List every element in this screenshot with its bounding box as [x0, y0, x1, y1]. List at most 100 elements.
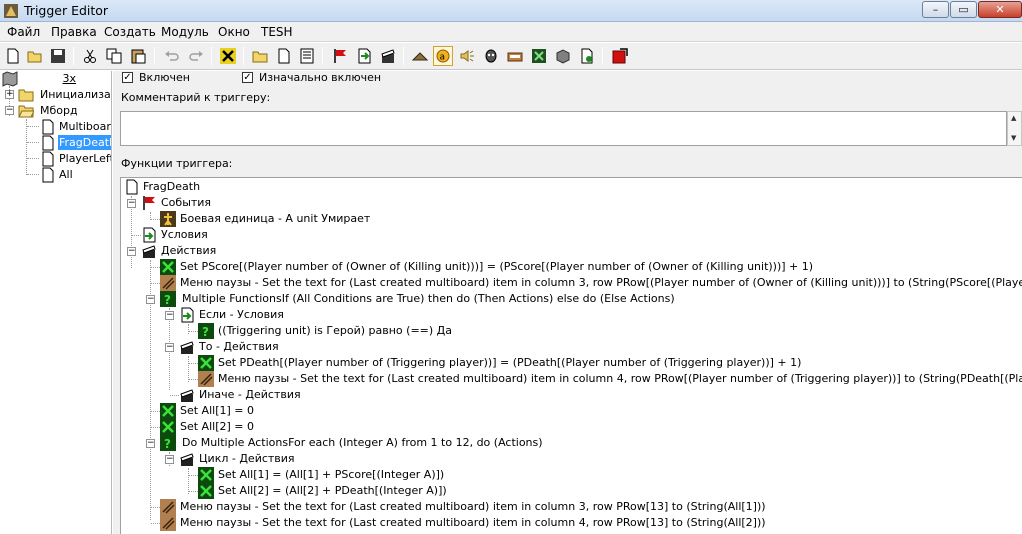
actions-section[interactable]: Действия [161, 243, 216, 259]
collapse-toggle[interactable]: − [127, 199, 136, 208]
delete-icon[interactable] [218, 46, 238, 66]
collapse-toggle[interactable]: − [146, 295, 155, 304]
trigger-icon [42, 119, 54, 135]
sound-icon[interactable] [457, 46, 477, 66]
scroll-up-icon[interactable]: ▲ [1011, 114, 1016, 122]
object-icon[interactable]: a [433, 46, 453, 66]
loop-actions-section[interactable]: Цикл - Действия [199, 451, 295, 467]
collapse-toggle[interactable]: − [165, 343, 174, 352]
tree-line [151, 507, 160, 508]
set-variable-icon [160, 403, 176, 419]
expand-toggle[interactable]: + [5, 90, 14, 99]
terrain-icon[interactable] [410, 46, 430, 66]
then-actions-section[interactable]: То - Действия [199, 339, 279, 355]
scroll-down-icon[interactable]: ▼ [1011, 134, 1016, 142]
tree-line [188, 324, 189, 334]
new-event-icon[interactable] [330, 46, 350, 66]
conditions-section[interactable]: Условия [161, 227, 208, 243]
set-variable-icon [160, 259, 176, 275]
new-icon[interactable] [3, 46, 23, 66]
action-item[interactable]: Меню паузы - Set the text for (Last crea… [180, 515, 766, 531]
action-item[interactable]: Меню паузы - Set the text for (Last crea… [180, 275, 1022, 291]
tree-item-label[interactable]: Инициализац [40, 87, 111, 102]
maximize-button[interactable]: ▭ [950, 1, 977, 18]
multiple-functions-icon: ? [160, 291, 176, 307]
actions-clapper-icon [180, 453, 194, 466]
trigger-properties-panel: ✓ Включен ✓ Изначально включен Комментар… [113, 71, 1022, 534]
action-item[interactable]: Set All[1] = 0 [180, 403, 254, 419]
comment-scrollbar[interactable]: ▲ ▼ [1007, 111, 1022, 146]
collapse-toggle[interactable]: − [165, 311, 174, 320]
tree-item-label[interactable]: All [59, 167, 73, 182]
menu-module[interactable]: Модуль [161, 25, 209, 39]
minimize-button[interactable]: – [922, 1, 949, 18]
action-item[interactable]: Set All[2] = (All[2] + PDeath[(Integer A… [218, 483, 447, 499]
save-icon[interactable] [48, 46, 68, 66]
tree-item-label[interactable]: Мборд [40, 103, 78, 118]
collapse-toggle[interactable]: − [146, 439, 155, 448]
menu-edit[interactable]: Правка [51, 25, 97, 39]
tree-item-label[interactable]: Multiboard [59, 119, 111, 134]
collapse-toggle[interactable]: − [5, 106, 14, 115]
new-trigger-icon[interactable] [274, 46, 294, 66]
action-item[interactable]: Do Multiple ActionsFor each (Integer A) … [182, 435, 543, 451]
event-item[interactable]: Боевая единица - A unit Умирает [180, 211, 370, 227]
initially-on-checkbox[interactable]: ✓ [242, 72, 253, 83]
tree-line [151, 267, 160, 268]
collapse-toggle[interactable]: − [127, 247, 136, 256]
open-folder-icon [18, 105, 34, 118]
menu-create[interactable]: Создать [104, 25, 156, 39]
menu-bar: Файл Правка Создать Модуль Окно TESH [0, 22, 1022, 42]
copy-icon[interactable] [104, 46, 124, 66]
variables-icon[interactable] [577, 46, 597, 66]
trigger-name[interactable]: FragDeath [143, 179, 200, 195]
actions-clapper-icon [180, 389, 194, 402]
tree-line [151, 427, 160, 428]
import-icon[interactable] [553, 46, 573, 66]
menu-file[interactable]: Файл [7, 25, 40, 39]
menu-tesh[interactable]: TESH [261, 25, 293, 39]
set-variable-icon [198, 355, 214, 371]
action-item[interactable]: Меню паузы - Set the text for (Last crea… [180, 499, 766, 515]
enabled-checkbox[interactable]: ✓ [122, 72, 133, 83]
comment-textarea[interactable] [120, 111, 1007, 146]
open-icon[interactable] [25, 46, 45, 66]
multiboard-icon [160, 499, 176, 515]
events-section[interactable]: События [161, 195, 211, 211]
cut-icon[interactable] [80, 46, 100, 66]
actions-clapper-icon [180, 341, 194, 354]
action-item[interactable]: Set All[2] = 0 [180, 419, 254, 435]
new-condition-icon[interactable] [354, 46, 374, 66]
close-button[interactable]: ✕ [978, 1, 1022, 18]
tree-line [151, 219, 160, 220]
ai-icon[interactable] [481, 46, 501, 66]
action-item[interactable]: Multiple FunctionsIf (All Conditions are… [182, 291, 675, 307]
else-actions-section[interactable]: Иначе - Действия [199, 387, 301, 403]
undo-icon[interactable] [162, 46, 182, 66]
collapse-toggle[interactable]: − [165, 455, 174, 464]
test-map-icon[interactable] [610, 46, 630, 66]
condition-item[interactable]: ((Triggering unit) is Герой) равно (==) … [218, 323, 452, 339]
svg-text:?: ? [164, 437, 171, 451]
paste-icon[interactable] [128, 46, 148, 66]
tree-item-label-selected[interactable]: FragDeath [58, 135, 111, 150]
tree-root-label[interactable]: 3x [20, 71, 76, 86]
set-variable-icon [198, 483, 214, 499]
tree-line [151, 283, 160, 284]
tree-item-label[interactable]: PlayerLeft [59, 151, 111, 166]
new-category-icon[interactable] [250, 46, 270, 66]
new-action-icon[interactable] [378, 46, 398, 66]
new-comment-icon[interactable] [297, 46, 317, 66]
action-item[interactable]: Меню паузы - Set the text for (Last crea… [218, 371, 1022, 387]
menu-window[interactable]: Окно [218, 25, 250, 39]
redo-icon[interactable] [186, 46, 206, 66]
if-conditions-section[interactable]: Если - Условия [199, 307, 284, 323]
action-item[interactable]: Set All[1] = (All[1] + PScore[(Integer A… [218, 467, 444, 483]
region-icon[interactable] [529, 46, 549, 66]
svg-text:?: ? [202, 325, 209, 339]
action-item[interactable]: Set PScore[(Player number of (Owner of (… [180, 259, 813, 275]
folder-icon [18, 89, 34, 102]
camera-icon[interactable] [505, 46, 525, 66]
action-item[interactable]: Set PDeath[(Player number of (Triggering… [218, 355, 801, 371]
tree-line [151, 411, 160, 412]
